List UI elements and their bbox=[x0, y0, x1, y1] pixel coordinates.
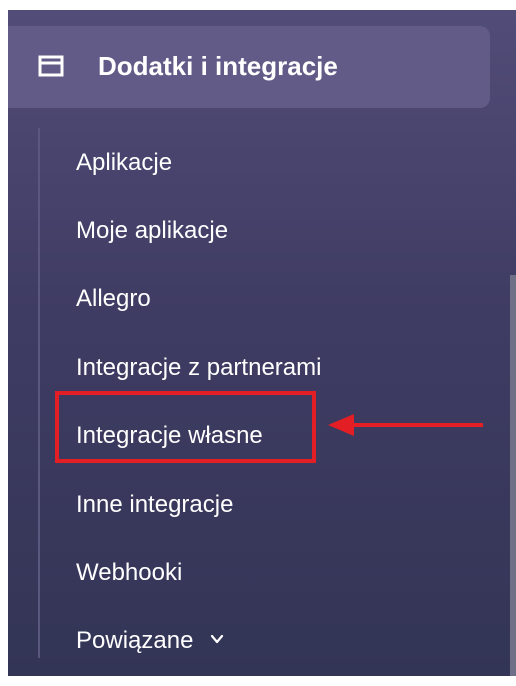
sidebar-item-aplikacje[interactable]: Aplikacje bbox=[76, 148, 172, 178]
sidebar-item-inne-integracje[interactable]: Inne integracje bbox=[76, 490, 233, 520]
scrollbar[interactable] bbox=[510, 275, 516, 676]
nav-list: Aplikacje Moje aplikacje Allegro Integra… bbox=[8, 10, 516, 676]
sidebar-item-label: Moje aplikacje bbox=[76, 217, 229, 244]
sidebar-item-webhooki[interactable]: Webhooki bbox=[76, 558, 182, 588]
sidebar-item-label: Inne integracje bbox=[76, 491, 234, 518]
sidebar-item-label: Aplikacje bbox=[76, 149, 173, 176]
sidebar-item-label: Powiązane bbox=[76, 627, 194, 654]
sidebar-item-label: Integracje z partnerami bbox=[76, 354, 322, 381]
arrow-left-icon bbox=[328, 414, 483, 436]
chevron-down-icon bbox=[210, 634, 224, 643]
highlight-annotation-box bbox=[55, 391, 316, 463]
sidebar-item-powiazane[interactable]: Powiązane bbox=[76, 626, 224, 656]
sidebar-item-allegro[interactable]: Allegro bbox=[76, 284, 151, 314]
sidebar-item-label: Webhooki bbox=[76, 559, 183, 586]
sidebar-item-integracje-z-partnerami[interactable]: Integracje z partnerami bbox=[76, 353, 321, 383]
sidebar-item-moje-aplikacje[interactable]: Moje aplikacje bbox=[76, 216, 228, 246]
sidebar-item-label: Allegro bbox=[76, 285, 151, 312]
sidebar-nav: Dodatki i integracje Aplikacje Moje apli… bbox=[8, 10, 516, 676]
